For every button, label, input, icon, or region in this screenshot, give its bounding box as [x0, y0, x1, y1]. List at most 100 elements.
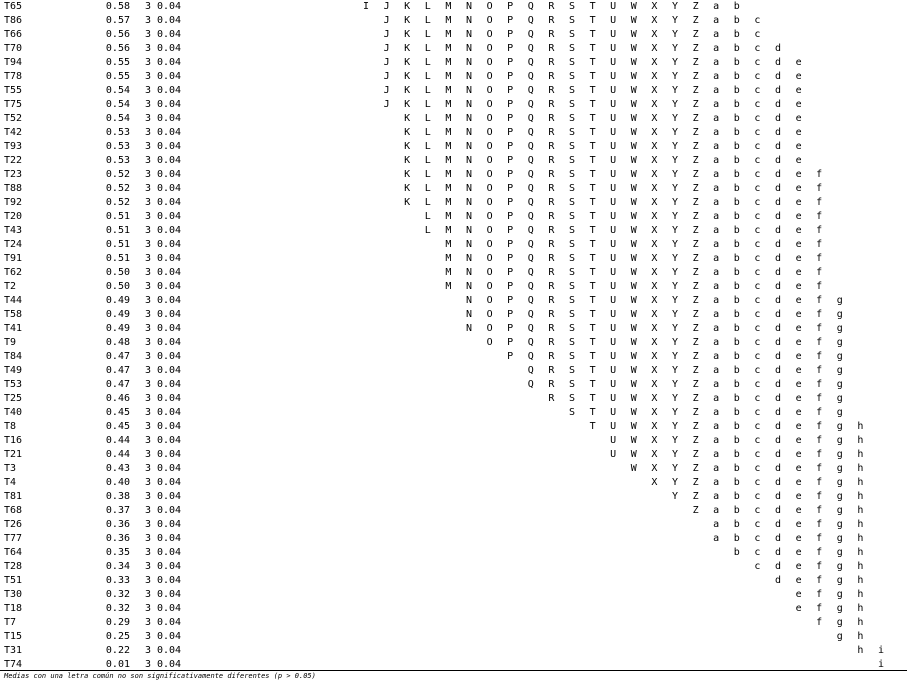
n-value: 3 — [144, 603, 152, 614]
group-letter: g — [836, 379, 843, 390]
group-letter: a — [713, 463, 720, 474]
se-value: 0.04 — [157, 477, 182, 488]
group-letter: b — [733, 15, 740, 26]
group-letter: U — [610, 155, 617, 166]
group-letter: b — [733, 463, 740, 474]
group-letter: a — [713, 57, 720, 68]
group-letter: Z — [692, 477, 699, 488]
group-letter: R — [548, 1, 555, 12]
group-letter: Z — [692, 267, 699, 278]
treatment-label: T16 — [4, 435, 23, 446]
mean-value: 0.33 — [105, 575, 130, 586]
group-letter: d — [774, 155, 782, 166]
group-letter: Y — [671, 85, 679, 96]
n-value: 3 — [144, 617, 152, 628]
group-letter: Y — [671, 351, 679, 362]
se-value: 0.04 — [157, 589, 182, 600]
group-letter: W — [630, 253, 637, 264]
group-letter: N — [465, 1, 473, 12]
group-letter: Y — [671, 169, 679, 180]
group-letter: d — [774, 71, 782, 82]
group-letter: P — [507, 225, 514, 236]
mean-value: 0.40 — [105, 477, 130, 488]
group-letter: K — [404, 183, 411, 194]
treatment-label: T93 — [4, 141, 23, 152]
group-letter: b — [733, 169, 740, 180]
treatment-label: T64 — [4, 547, 23, 558]
group-letter: c — [754, 351, 761, 362]
mean-value: 0.51 — [105, 239, 130, 250]
group-letter: R — [548, 113, 555, 124]
group-letter: S — [568, 407, 576, 418]
group-letter: R — [548, 43, 555, 54]
se-value: 0.04 — [157, 15, 182, 26]
group-letter: a — [713, 505, 720, 516]
group-letter: e — [795, 197, 802, 208]
group-letter: a — [713, 267, 720, 278]
group-letter: b — [733, 309, 740, 320]
group-letter: d — [774, 491, 782, 502]
group-letter: f — [816, 449, 823, 460]
group-letter: h — [857, 645, 864, 656]
group-letter: X — [651, 337, 658, 348]
treatment-label: T94 — [4, 57, 23, 68]
group-letter: W — [630, 169, 637, 180]
se-value: 0.04 — [157, 127, 182, 138]
group-letter: h — [857, 631, 864, 642]
group-letter: W — [630, 71, 637, 82]
group-letter: f — [816, 407, 823, 418]
group-letter: X — [651, 323, 658, 334]
group-letter: c — [754, 295, 761, 306]
group-letter: K — [404, 15, 411, 26]
se-value: 0.04 — [157, 435, 182, 446]
group-letter: J — [383, 85, 390, 96]
group-letter: U — [610, 421, 617, 432]
group-letter: Z — [692, 169, 699, 180]
group-letter: e — [795, 169, 802, 180]
group-letter: X — [651, 267, 658, 278]
group-letter: a — [713, 435, 720, 446]
group-letter: c — [754, 169, 761, 180]
group-letter: g — [836, 407, 843, 418]
mean-value: 0.51 — [105, 211, 130, 222]
group-letter: T — [589, 127, 596, 138]
group-letter: e — [795, 309, 802, 320]
group-letter: b — [733, 435, 740, 446]
treatment-label: T2 — [4, 281, 17, 292]
treatment-label: T77 — [4, 533, 23, 544]
n-value: 3 — [144, 645, 152, 656]
mean-value: 0.36 — [105, 519, 130, 530]
group-letter: M — [445, 1, 452, 12]
group-letter: h — [857, 421, 864, 432]
treatment-label: T51 — [4, 575, 23, 586]
group-letter: O — [486, 281, 493, 292]
group-letter: d — [774, 533, 782, 544]
group-letter: f — [816, 197, 823, 208]
n-value: 3 — [144, 15, 152, 26]
group-letter: d — [774, 309, 782, 320]
group-letter: g — [836, 491, 843, 502]
group-letter: M — [445, 155, 452, 166]
se-value: 0.04 — [157, 449, 182, 460]
group-letter: c — [754, 155, 761, 166]
group-letter: Z — [692, 323, 699, 334]
group-letter: g — [836, 533, 843, 544]
group-letter: c — [754, 29, 761, 40]
treatment-label: T15 — [4, 631, 23, 642]
group-letter: f — [816, 169, 823, 180]
group-letter: O — [486, 309, 493, 320]
treatment-label: T3 — [4, 463, 17, 474]
group-letter: Y — [671, 1, 679, 12]
group-letter: W — [630, 351, 637, 362]
group-letter: Q — [527, 239, 534, 250]
treatment-label: T75 — [4, 99, 23, 110]
group-letter: f — [816, 281, 823, 292]
group-letter: Q — [527, 127, 534, 138]
group-letter: U — [610, 71, 617, 82]
group-letter: a — [713, 43, 720, 54]
group-letter: e — [795, 351, 802, 362]
group-letter: d — [774, 57, 782, 68]
se-value: 0.04 — [157, 561, 182, 572]
group-letter: S — [568, 239, 576, 250]
n-value: 3 — [144, 225, 152, 236]
